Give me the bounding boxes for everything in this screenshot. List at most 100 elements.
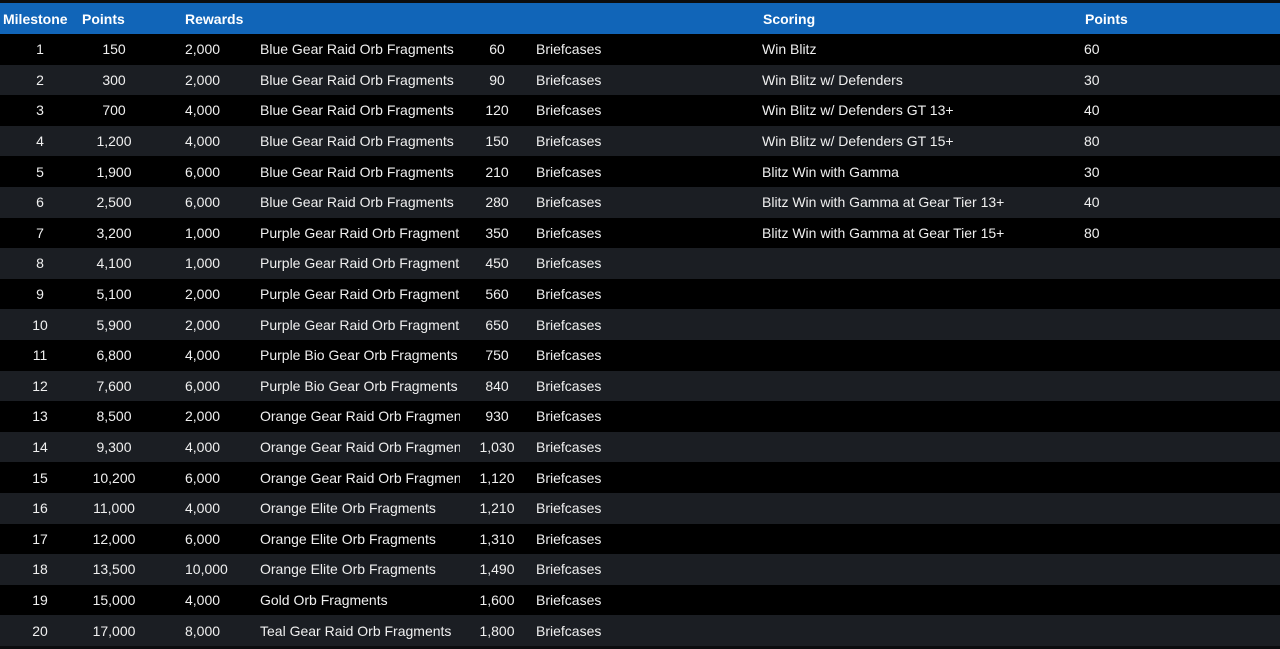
milestone-cell: 11 xyxy=(32,347,48,364)
briefcase-label-cell: Briefcases xyxy=(536,224,602,241)
table-row: 1 150 2,000 Blue Gear Raid Orb Fragments 60 B… xyxy=(0,34,1280,65)
header-milestone: Milestone xyxy=(3,10,68,27)
briefcase-label-cell: Briefcases xyxy=(536,347,602,364)
fragment-name-cell: Blue Gear Raid Orb Fragments xyxy=(260,41,454,58)
milestone-cell: 12 xyxy=(32,377,48,394)
rewards-cell: 1,000 xyxy=(185,224,221,241)
milestone-cell: 16 xyxy=(32,500,48,517)
briefcase-quantity-cell: 650 xyxy=(485,316,509,333)
scoring-points-cell xyxy=(1084,371,1164,402)
milestones-page: Milestone Points Rewards Scoring Points … xyxy=(0,0,1280,649)
table-row: 20 17,000 8,000 Teal Gear Raid Orb Fragment… xyxy=(0,615,1280,646)
scoring-cell xyxy=(762,371,1062,402)
milestone-cell: 5 xyxy=(36,163,44,180)
scoring-cell xyxy=(762,340,1062,371)
scoring-cell: Blitz Win with Gamma xyxy=(762,163,899,180)
fragment-name-cell: Orange Gear Raid Orb Fragment xyxy=(260,408,460,425)
rewards-cell: 4,000 xyxy=(185,133,221,150)
header-scoring: Scoring xyxy=(763,10,816,27)
scoring-cell xyxy=(762,309,1062,340)
briefcase-label-cell: Briefcases xyxy=(536,255,602,272)
briefcase-label-cell: Briefcases xyxy=(536,286,602,303)
rewards-cell: 2,000 xyxy=(185,71,221,88)
fragment-name-cell: Orange Gear Raid Orb Fragment xyxy=(260,439,460,456)
scoring-cell: Win Blitz w/ Defenders xyxy=(762,71,903,88)
rewards-cell: 6,000 xyxy=(185,377,221,394)
table-header: Milestone Points Rewards Scoring Points xyxy=(0,3,1280,34)
briefcase-label-cell: Briefcases xyxy=(536,591,602,608)
scoring-cell xyxy=(762,585,1062,616)
scoring-cell xyxy=(762,462,1062,493)
table-row: 13 8,500 2,000 Orange Gear Raid Orb Fragmen… xyxy=(0,401,1280,432)
scoring-cell xyxy=(762,524,1062,555)
fragment-name-cell: Blue Gear Raid Orb Fragments xyxy=(260,163,454,180)
rewards-cell: 2,000 xyxy=(185,316,221,333)
briefcase-quantity-cell: 60 xyxy=(489,41,505,58)
rewards-cell: 4,000 xyxy=(185,347,221,364)
scoring-points-cell xyxy=(1084,401,1164,432)
fragment-name-cell: Purple Gear Raid Orb Fragments xyxy=(260,224,460,241)
briefcase-quantity-cell: 350 xyxy=(485,224,509,241)
milestone-cell: 3 xyxy=(36,102,44,119)
rewards-cell: 4,000 xyxy=(185,591,221,608)
scoring-points-cell: 40 xyxy=(1084,194,1100,211)
fragment-name-cell: Teal Gear Raid Orb Fragments xyxy=(260,622,452,639)
table-row: 9 5,100 2,000 Purple Gear Raid Orb Fragment… xyxy=(0,278,1280,310)
points-cell: 10,200 xyxy=(92,469,136,486)
points-cell: 13,500 xyxy=(92,561,136,578)
scoring-points-cell: 60 xyxy=(1084,41,1100,58)
scoring-cell xyxy=(762,493,1062,524)
fragment-name-cell: Blue Gear Raid Orb Fragments xyxy=(260,71,454,88)
points-cell: 8,500 xyxy=(96,408,132,425)
milestone-cell: 10 xyxy=(32,316,48,333)
fragment-name-cell: Orange Elite Orb Fragments xyxy=(260,500,436,517)
rewards-cell: 6,000 xyxy=(185,194,221,211)
table-row: 7 3,200 1,000 Purple Gear Raid Orb Fragment… xyxy=(0,217,1280,249)
points-cell: 5,100 xyxy=(96,286,132,303)
table-row: 10 5,900 2,000 Purple Gear Raid Orb Fragmen… xyxy=(0,309,1280,340)
milestone-cell: 15 xyxy=(32,469,48,486)
rewards-cell: 4,000 xyxy=(185,500,221,517)
scoring-points-cell xyxy=(1084,309,1164,340)
points-cell: 5,900 xyxy=(96,316,132,333)
table-row: 19 15,000 4,000 Gold Orb Fragments 1,600 Brie… xyxy=(0,584,1280,616)
points-cell: 700 xyxy=(102,102,126,119)
scoring-cell: Blitz Win with Gamma at Gear Tier 13+ xyxy=(762,194,1005,211)
rewards-cell: 4,000 xyxy=(185,102,221,119)
briefcase-quantity-cell: 1,490 xyxy=(479,561,515,578)
table-row: 18 13,500 10,000 Orange Elite Orb Fragments… xyxy=(0,554,1280,585)
scoring-points-cell xyxy=(1084,554,1164,585)
milestone-cell: 14 xyxy=(32,439,48,456)
scoring-cell xyxy=(762,554,1062,585)
scoring-points-cell xyxy=(1084,432,1164,463)
scoring-points-cell: 80 xyxy=(1084,224,1100,241)
fragment-name-cell: Purple Gear Raid Orb Fragments xyxy=(260,286,460,303)
fragment-name-cell: Purple Gear Raid Orb Fragments xyxy=(260,316,460,333)
rewards-cell: 6,000 xyxy=(185,163,221,180)
briefcase-quantity-cell: 450 xyxy=(485,255,509,272)
briefcase-quantity-cell: 1,120 xyxy=(479,469,515,486)
briefcase-quantity-cell: 1,030 xyxy=(479,439,515,456)
milestone-cell: 20 xyxy=(32,622,48,639)
scoring-cell: Win Blitz w/ Defenders GT 13+ xyxy=(762,102,954,119)
scoring-points-cell xyxy=(1084,248,1164,279)
scoring-points-cell xyxy=(1084,493,1164,524)
briefcase-label-cell: Briefcases xyxy=(536,133,602,150)
fragment-name-cell: Blue Gear Raid Orb Fragments xyxy=(260,102,454,119)
briefcase-quantity-cell: 1,800 xyxy=(479,622,515,639)
table-row: 4 1,200 4,000 Blue Gear Raid Orb Fragments 1… xyxy=(0,125,1280,157)
points-cell: 9,300 xyxy=(96,439,132,456)
briefcase-quantity-cell: 560 xyxy=(485,286,509,303)
table-row: 3 700 4,000 Blue Gear Raid Orb Fragments 120… xyxy=(0,95,1280,126)
briefcase-label-cell: Briefcases xyxy=(536,71,602,88)
briefcase-label-cell: Briefcases xyxy=(536,561,602,578)
table-row: 2 300 2,000 Blue Gear Raid Orb Fragments 90 B… xyxy=(0,64,1280,96)
rewards-cell: 6,000 xyxy=(185,469,221,486)
scoring-points-cell xyxy=(1084,585,1164,616)
points-cell: 1,200 xyxy=(96,133,132,150)
rewards-cell: 2,000 xyxy=(185,41,221,58)
fragment-name-cell: Orange Elite Orb Fragments xyxy=(260,561,436,578)
scoring-points-cell xyxy=(1084,279,1164,310)
milestone-cell: 17 xyxy=(32,530,48,547)
milestone-cell: 1 xyxy=(36,41,44,58)
